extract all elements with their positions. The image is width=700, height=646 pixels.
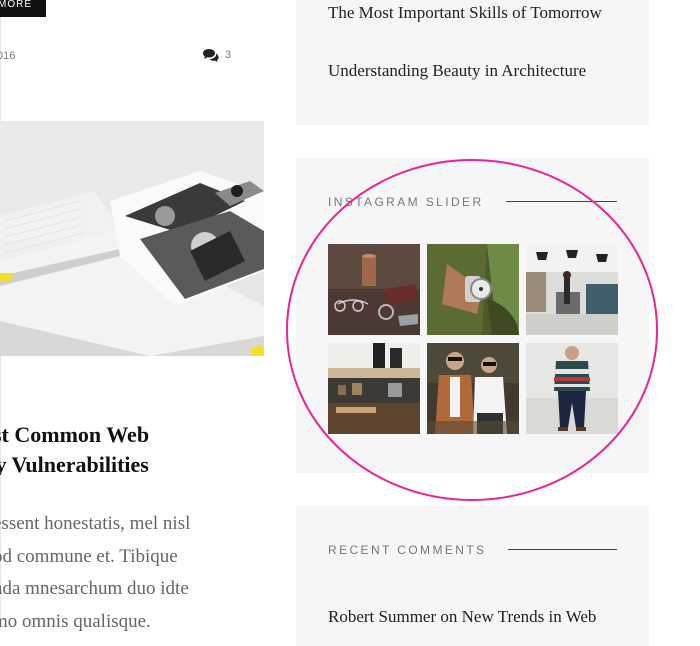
heading-divider-line <box>506 201 617 202</box>
striped-sweater-man-icon[interactable] <box>526 343 618 434</box>
comments-link[interactable]: 3 <box>202 48 231 62</box>
heading-divider-line <box>508 549 617 550</box>
instagram-photo-grid <box>328 244 618 434</box>
leather-goods-icon[interactable] <box>328 244 420 335</box>
comments-icon <box>203 49 219 62</box>
comment-post-link[interactable]: New Trends in Web <box>462 607 597 626</box>
recent-comment-item: Robert Summer on New Trends in Web <box>328 607 596 627</box>
instagram-widget-heading: INSTAGRAM SLIDER <box>328 195 484 209</box>
cafe-counter-icon[interactable] <box>328 343 420 434</box>
recent-post-link-2[interactable]: Understanding Beauty in Architecture <box>328 60 618 82</box>
post-date: 016 <box>0 50 16 62</box>
post-featured-image[interactable] <box>0 121 264 356</box>
comment-count: 3 <box>225 49 232 61</box>
post-excerpt: essent honestatis, mel nisl od commune e… <box>0 513 191 632</box>
two-men-icon[interactable] <box>427 343 519 434</box>
recent-comments-heading: RECENT COMMENTS <box>328 543 487 557</box>
comment-author-link[interactable]: Robert Summer <box>328 607 436 626</box>
wristwatch-icon[interactable] <box>427 244 519 335</box>
recent-posts-widget: The Most Important Skills of Tomorrow Un… <box>296 0 649 125</box>
post-title-line-1: ost Common Web <box>0 422 150 447</box>
post-title-line-2: ity Vulnerabilities <box>0 452 149 477</box>
read-more-label: MORE <box>0 0 32 10</box>
workshop-icon[interactable] <box>526 244 618 335</box>
comment-on-text: on <box>440 607 458 626</box>
recent-post-link-1[interactable]: The Most Important Skills of Tomorrow <box>328 2 618 24</box>
read-more-button[interactable]: MORE <box>0 0 46 17</box>
post-title[interactable]: ost Common Web ity Vulnerabilities <box>0 420 272 480</box>
recent-comments-widget: RECENT COMMENTS Robert Summer on New Tre… <box>296 506 649 646</box>
instagram-slider-widget: INSTAGRAM SLIDER <box>296 158 649 473</box>
